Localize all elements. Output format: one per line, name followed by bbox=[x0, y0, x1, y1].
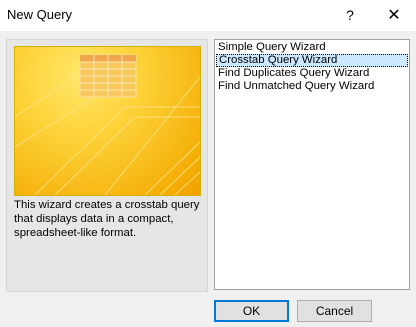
list-item-find-duplicates-query-wizard[interactable]: Find Duplicates Query Wizard bbox=[216, 67, 408, 80]
query-wizard-list[interactable]: Simple Query Wizard Crosstab Query Wizar… bbox=[214, 39, 410, 290]
list-item-find-unmatched-query-wizard[interactable]: Find Unmatched Query Wizard bbox=[216, 80, 408, 93]
wizard-description: This wizard creates a crosstab query tha… bbox=[14, 199, 200, 239]
close-button[interactable]: ✕ bbox=[372, 0, 416, 31]
help-button[interactable]: ? bbox=[336, 0, 364, 31]
crosstab-wizard-preview-image bbox=[14, 46, 201, 196]
title-bar: New Query ? ✕ bbox=[0, 0, 416, 31]
crosstab-grid-icon bbox=[15, 54, 200, 195]
ok-button[interactable]: OK bbox=[214, 300, 289, 322]
list-item-simple-query-wizard[interactable]: Simple Query Wizard bbox=[216, 41, 408, 54]
wizard-info-panel: This wizard creates a crosstab query tha… bbox=[6, 39, 208, 292]
dialog-title: New Query bbox=[7, 7, 73, 22]
list-item-crosstab-query-wizard[interactable]: Crosstab Query Wizard bbox=[216, 54, 408, 67]
cancel-button[interactable]: Cancel bbox=[297, 300, 372, 322]
